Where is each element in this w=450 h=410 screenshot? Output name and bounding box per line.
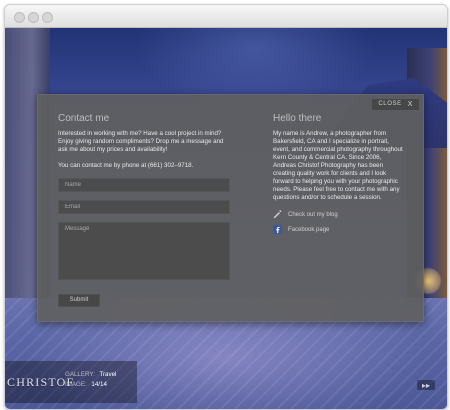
- about-links: Check out my blog Facebook page: [273, 210, 403, 234]
- facebook-link[interactable]: Facebook page: [273, 225, 403, 234]
- contact-column: Contact me Interested in working with me…: [58, 113, 230, 307]
- submit-button[interactable]: Submit: [58, 294, 100, 307]
- gallery-key: GALLERY:: [65, 371, 95, 378]
- about-column: Hello there My name is Andrew, a photogr…: [273, 113, 403, 234]
- gallery-info-lines: GALLERY: Travel IMAGE: 14/14: [65, 370, 116, 390]
- window-titlebar: [5, 5, 447, 28]
- edit-icon: [273, 210, 282, 219]
- close-label: CLOSE: [378, 101, 402, 107]
- image-value: 14/14: [91, 381, 107, 388]
- window-minimize-dot[interactable]: [28, 12, 39, 23]
- page-viewport: CLOSE X Contact me Interested in working…: [5, 28, 447, 409]
- contact-modal: CLOSE X Contact me Interested in working…: [37, 94, 424, 322]
- close-icon: X: [407, 101, 413, 108]
- contact-intro: Interested in working with me? Have a co…: [58, 130, 224, 153]
- window-zoom-dot[interactable]: [42, 12, 53, 23]
- about-heading: Hello there: [273, 113, 322, 124]
- message-input[interactable]: [59, 223, 229, 279]
- name-field[interactable]: [58, 178, 230, 192]
- image-line: IMAGE: 14/14: [65, 380, 116, 390]
- gallery-value: Travel: [99, 371, 117, 378]
- window-close-dot[interactable]: [14, 12, 25, 23]
- message-field[interactable]: [58, 222, 230, 280]
- image-key: IMAGE:: [65, 381, 87, 388]
- facebook-icon: [273, 225, 282, 234]
- browser-window: CLOSE X Contact me Interested in working…: [4, 4, 448, 410]
- facebook-link-label: Facebook page: [288, 226, 330, 233]
- blog-link[interactable]: Check out my blog: [273, 210, 403, 219]
- blog-link-label: Check out my blog: [288, 211, 338, 218]
- email-input[interactable]: [59, 201, 229, 213]
- next-icon[interactable]: ▸▸: [417, 380, 435, 390]
- contact-heading: Contact me: [58, 113, 110, 124]
- gallery-info-bar: CHRISTOF GALLERY: Travel IMAGE: 14/14: [5, 361, 137, 403]
- contact-phone: You can contact me by phone at (661) 302…: [58, 162, 194, 169]
- name-input[interactable]: [59, 179, 229, 191]
- modal-close-button[interactable]: CLOSE X: [372, 99, 419, 110]
- email-field[interactable]: [58, 200, 230, 214]
- gallery-line: GALLERY: Travel: [65, 370, 116, 380]
- about-body: My name is Andrew, a photographer from B…: [273, 130, 403, 201]
